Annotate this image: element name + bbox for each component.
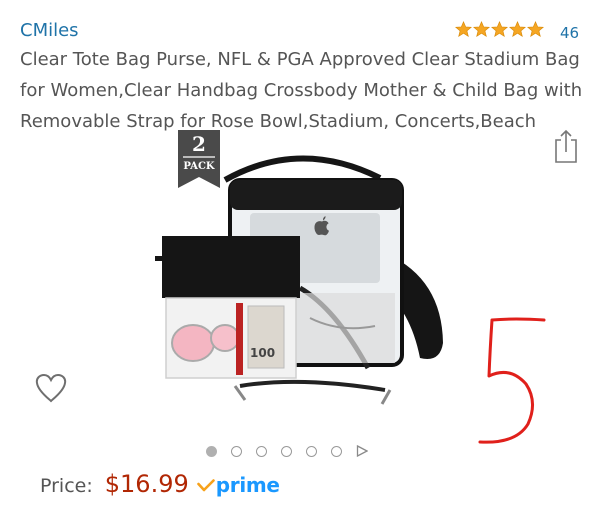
pagination-dot-active[interactable] bbox=[206, 445, 217, 457]
pagination-dot[interactable] bbox=[256, 445, 267, 457]
product-title: Clear Tote Bag Purse, NFL & PGA Approved… bbox=[20, 49, 583, 132]
pagination-dot[interactable] bbox=[281, 445, 292, 457]
prime-check-icon bbox=[196, 479, 215, 492]
apple-logo-icon bbox=[314, 216, 329, 236]
star-icon bbox=[473, 21, 490, 38]
pagination-dot[interactable] bbox=[231, 445, 242, 457]
handwritten-annotation bbox=[478, 317, 546, 444]
image-pagination[interactable] bbox=[206, 445, 368, 457]
heart-icon[interactable] bbox=[34, 372, 68, 404]
pack-badge-number: 2 bbox=[192, 132, 206, 156]
star-rating[interactable] bbox=[455, 21, 544, 38]
price-value: $16.99 bbox=[104, 470, 189, 498]
price-label: Price: bbox=[40, 475, 93, 497]
brand-link[interactable]: CMiles bbox=[20, 20, 79, 41]
pagination-dot[interactable] bbox=[306, 445, 317, 457]
star-icon bbox=[509, 21, 526, 38]
prime-label: prime bbox=[215, 473, 280, 497]
rating-count-link[interactable]: 46 bbox=[560, 24, 579, 42]
share-icon[interactable] bbox=[552, 128, 580, 164]
prime-badge: prime bbox=[196, 473, 280, 497]
star-icon bbox=[491, 21, 508, 38]
star-icon bbox=[527, 21, 544, 38]
banknote-label: 100 bbox=[250, 346, 276, 360]
star-icon bbox=[455, 21, 472, 38]
pack-badge-word: PACK bbox=[183, 161, 215, 172]
pagination-dot[interactable] bbox=[331, 445, 342, 457]
play-icon[interactable] bbox=[356, 445, 368, 457]
price-row: Price: $16.99 prime bbox=[40, 470, 280, 498]
